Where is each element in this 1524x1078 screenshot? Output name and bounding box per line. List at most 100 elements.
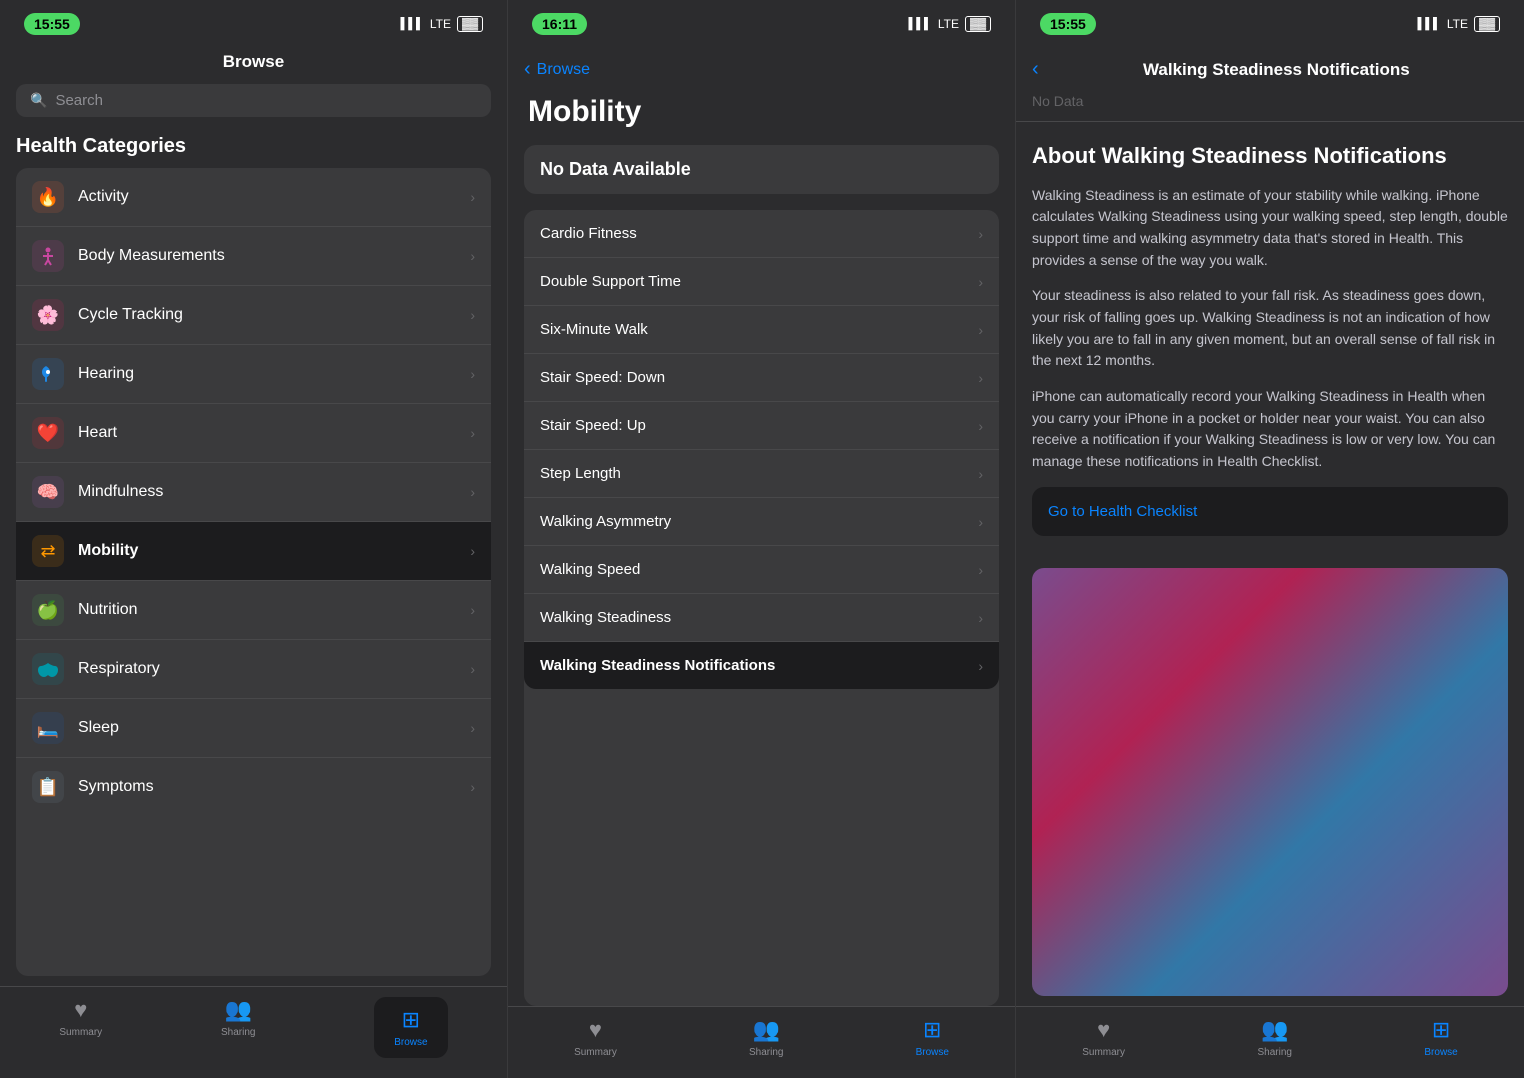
status-icons-browse: ▌▌▌ LTE ▓▓ (400, 16, 483, 32)
time-notif: 15:55 (1040, 13, 1096, 35)
browse-tab-bar: ♥ Summary 👥 Sharing ⊞ Browse (0, 986, 507, 1078)
tab-summary-notif[interactable]: ♥ Summary (1082, 1017, 1125, 1058)
notifications-label: Walking Steadiness Notifications (540, 657, 775, 674)
mobility-back-nav: ‹ Browse (508, 44, 1015, 87)
double-chevron: › (978, 274, 983, 290)
heart-icon: ❤️ (32, 417, 64, 449)
browse-title: Browse (0, 44, 507, 78)
battery-mobility: ▓▓ (965, 16, 991, 32)
mobility-item-notifications[interactable]: Walking Steadiness Notifications › (524, 642, 999, 689)
stair-down-chevron: › (978, 370, 983, 386)
category-item-heart[interactable]: ❤️ Heart › (16, 404, 491, 463)
cycle-icon: 🌸 (32, 299, 64, 331)
mobility-panel: 16:11 ▌▌▌ LTE ▓▓ ‹ Browse Mobility No Da… (508, 0, 1016, 1078)
checklist-label: Go to Health Checklist (1048, 503, 1197, 520)
speed-label: Walking Speed (540, 561, 640, 578)
step-chevron: › (978, 466, 983, 482)
category-item-sleep[interactable]: 🛏️ Sleep › (16, 699, 491, 758)
heart-chevron: › (470, 425, 475, 441)
mobility-list: Cardio Fitness › Double Support Time › S… (524, 210, 999, 1006)
back-arrow-notif[interactable]: ‹ (1032, 58, 1039, 81)
activity-label: Activity (78, 188, 470, 206)
status-icons-notif: ▌▌▌ LTE ▓▓ (1417, 16, 1500, 32)
tab-sharing-mobility[interactable]: 👥 Sharing (749, 1017, 783, 1058)
summary-label: Summary (59, 1027, 102, 1038)
tab-sharing-notif[interactable]: 👥 Sharing (1257, 1017, 1291, 1058)
mobility-item-sixmin[interactable]: Six-Minute Walk › (524, 306, 999, 354)
mindfulness-icon: 🧠 (32, 476, 64, 508)
asym-chevron: › (978, 514, 983, 530)
summary-label-mob: Summary (574, 1047, 617, 1058)
stair-down-label: Stair Speed: Down (540, 369, 665, 386)
mobility-item-cardio[interactable]: Cardio Fitness › (524, 210, 999, 258)
symptoms-icon: 📋 (32, 771, 64, 803)
category-item-mobility[interactable]: ⇄ Mobility › (16, 522, 491, 581)
mobility-chevron: › (470, 543, 475, 559)
health-checklist-button[interactable]: Go to Health Checklist (1032, 487, 1508, 536)
tab-browse-browse[interactable]: ⊞ Browse (374, 997, 447, 1058)
step-label: Step Length (540, 465, 621, 482)
browse-label-active: Browse (394, 1037, 427, 1048)
tab-browse-notif[interactable]: ⊞ Browse (1424, 1017, 1457, 1058)
category-item-respiratory[interactable]: Respiratory › (16, 640, 491, 699)
tab-summary-browse[interactable]: ♥ Summary (59, 997, 102, 1058)
sleep-label: Sleep (78, 719, 470, 737)
category-item-symptoms[interactable]: 📋 Symptoms › (16, 758, 491, 816)
sharing-icon-mob: 👥 (753, 1017, 780, 1043)
mobility-item-double[interactable]: Double Support Time › (524, 258, 999, 306)
hearing-label: Hearing (78, 365, 470, 383)
mobility-item-step[interactable]: Step Length › (524, 450, 999, 498)
symptoms-chevron: › (470, 779, 475, 795)
mobility-item-stair-up[interactable]: Stair Speed: Up › (524, 402, 999, 450)
no-data-label: No Data (1016, 87, 1524, 122)
category-item-body[interactable]: Body Measurements › (16, 227, 491, 286)
back-arrow-mobility[interactable]: ‹ (524, 58, 531, 81)
hearing-icon (32, 358, 64, 390)
signal-browse: ▌▌▌ (400, 18, 423, 30)
category-item-cycle[interactable]: 🌸 Cycle Tracking › (16, 286, 491, 345)
body-icon (32, 240, 64, 272)
summary-icon: ♥ (74, 997, 87, 1023)
summary-icon-mob: ♥ (589, 1017, 602, 1043)
category-item-nutrition[interactable]: 🍏 Nutrition › (16, 581, 491, 640)
browse-grid-icon: ⊞ (402, 1007, 420, 1033)
mobility-item-stair-down[interactable]: Stair Speed: Down › (524, 354, 999, 402)
time-browse: 15:55 (24, 13, 80, 35)
heart-label: Heart (78, 424, 470, 442)
mindfulness-chevron: › (470, 484, 475, 500)
browse-icon-mob: ⊞ (923, 1017, 941, 1043)
mobility-item-speed[interactable]: Walking Speed › (524, 546, 999, 594)
nutrition-label: Nutrition (78, 601, 470, 619)
notif-tab-bar: ♥ Summary 👥 Sharing ⊞ Browse (1016, 1006, 1524, 1078)
notifications-panel: 15:55 ▌▌▌ LTE ▓▓ ‹ Walking Steadiness No… (1016, 0, 1524, 1078)
mobility-label: Mobility (78, 542, 470, 560)
sharing-label: Sharing (221, 1027, 255, 1038)
tab-sharing-browse[interactable]: 👥 Sharing (221, 997, 255, 1058)
battery-browse: ▓▓ (457, 16, 483, 32)
steadiness-chevron: › (978, 610, 983, 626)
tab-summary-mobility[interactable]: ♥ Summary (574, 1017, 617, 1058)
category-item-hearing[interactable]: Hearing › (16, 345, 491, 404)
category-item-mindfulness[interactable]: 🧠 Mindfulness › (16, 463, 491, 522)
time-mobility: 16:11 (532, 13, 587, 35)
category-item-activity[interactable]: 🔥 Activity › (16, 168, 491, 227)
signal-mobility: ▌▌▌ (908, 18, 931, 30)
notif-page-title: Walking Steadiness Notifications (1045, 60, 1508, 80)
back-label-mobility[interactable]: Browse (537, 61, 590, 79)
network-notif: LTE (1447, 17, 1468, 31)
body-label: Body Measurements (78, 247, 470, 265)
tab-browse-mobility[interactable]: ⊞ Browse (916, 1017, 949, 1058)
cycle-label: Cycle Tracking (78, 306, 470, 324)
no-data-banner: No Data Available (524, 145, 999, 194)
cardio-chevron: › (978, 226, 983, 242)
speed-chevron: › (978, 562, 983, 578)
category-list: 🔥 Activity › Body Measurements › 🌸 Cycle… (16, 168, 491, 976)
mobility-item-asym[interactable]: Walking Asymmetry › (524, 498, 999, 546)
status-bar-browse: 15:55 ▌▌▌ LTE ▓▓ (0, 0, 507, 44)
activity-icon: 🔥 (32, 181, 64, 213)
health-categories-heading: Health Categories (0, 131, 507, 168)
search-bar[interactable]: 🔍 Search (16, 84, 491, 117)
mobility-item-steadiness[interactable]: Walking Steadiness › (524, 594, 999, 642)
browse-label-notif: Browse (1424, 1047, 1457, 1058)
steadiness-label: Walking Steadiness (540, 609, 671, 626)
